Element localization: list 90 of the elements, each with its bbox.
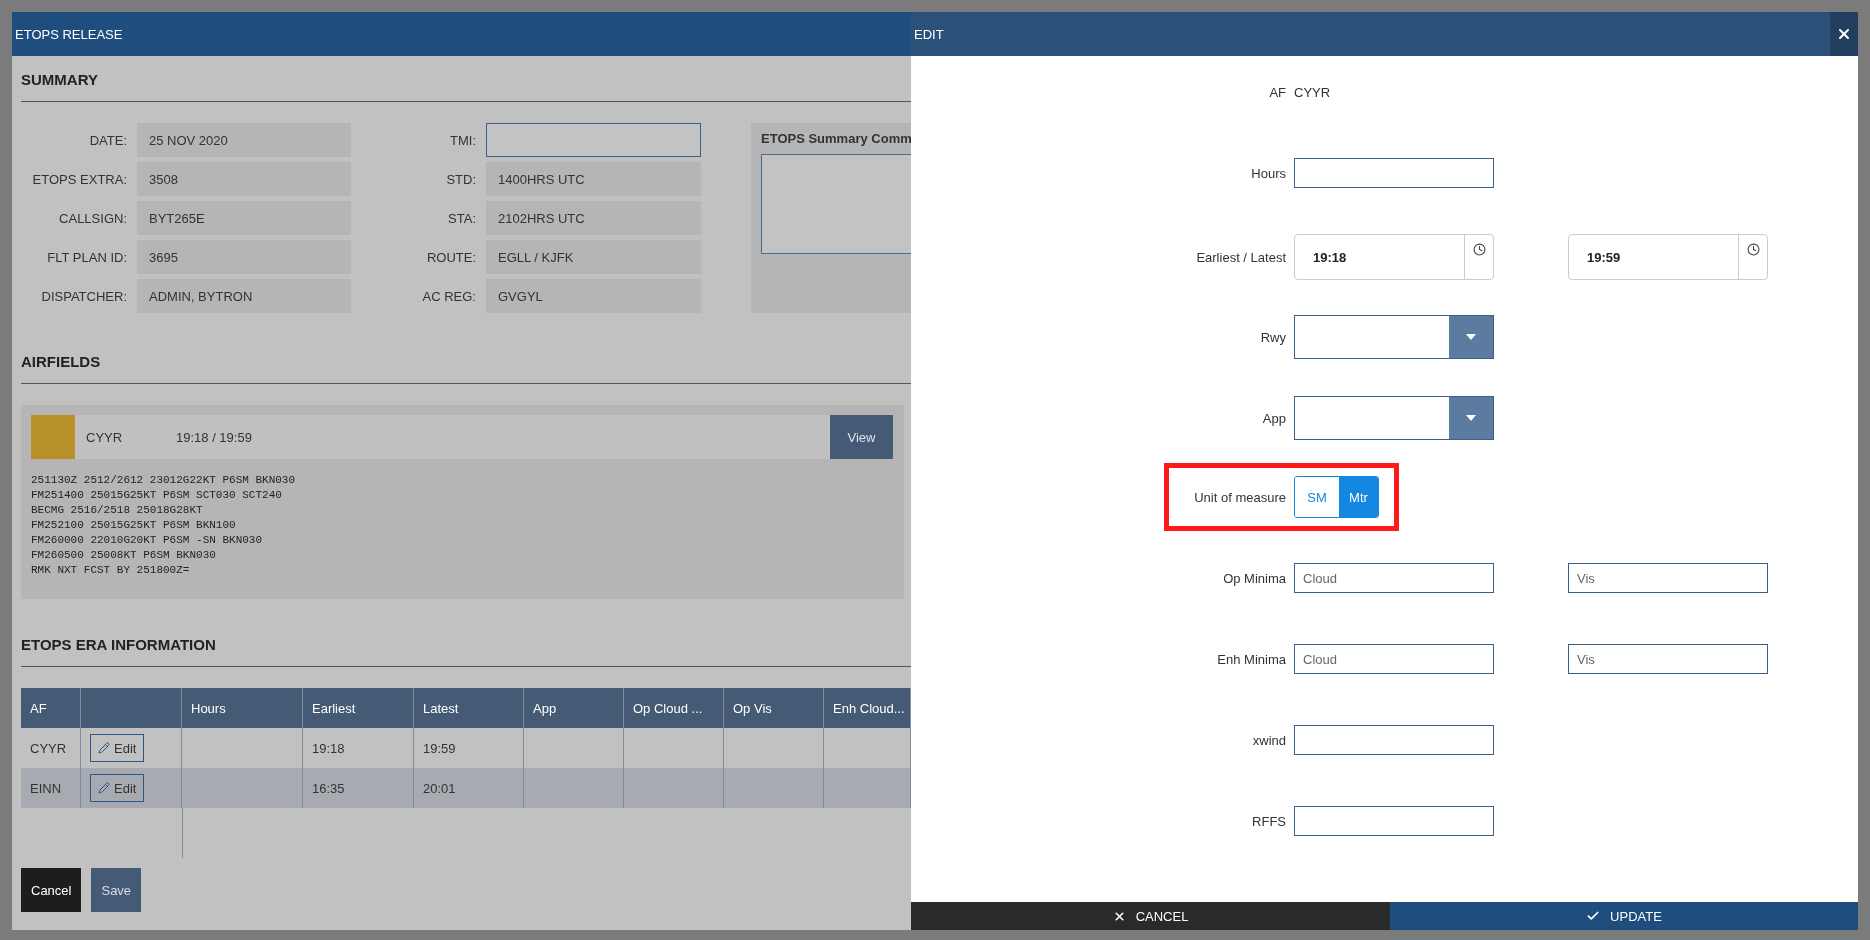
table-cell: 19:59 <box>423 740 456 756</box>
field-value: BYT265E <box>137 201 351 235</box>
field-label: TMI: <box>450 132 477 148</box>
forecast-line: FM252100 25015G25KT P6SM BKN100 <box>31 518 237 533</box>
field-label: RFFS <box>1252 813 1287 829</box>
text-input[interactable] <box>486 123 701 157</box>
forecast-line: 251130Z 2512/2612 23012G22KT P6SM BKN030 <box>31 473 297 488</box>
close-button[interactable] <box>1830 12 1858 56</box>
caret-icon <box>1466 334 1476 340</box>
field-value: 3695 <box>137 240 351 274</box>
column-header: Hours <box>191 700 226 716</box>
field-label: Enh Minima <box>1217 651 1287 667</box>
text-input[interactable]: Vis <box>1568 644 1768 674</box>
section-heading: AIRFIELDS <box>21 352 101 372</box>
text-input[interactable] <box>1294 158 1494 188</box>
forecast-line: FM260500 25008KT P6SM BKN030 <box>31 548 217 563</box>
table-cell: EINN <box>30 780 62 796</box>
caret-icon <box>1466 415 1476 421</box>
field-label: FLT PLAN ID: <box>47 249 128 265</box>
field-label: DISPATCHER: <box>41 288 128 304</box>
section-heading: ETOPS ERA INFORMATION <box>21 635 216 655</box>
column-header: Earliest <box>312 700 356 716</box>
time-field[interactable]: 19:59 <box>1568 234 1768 280</box>
text-input[interactable] <box>1294 725 1494 755</box>
update-button[interactable]: UPDATE <box>1390 902 1858 930</box>
close-icon <box>1112 909 1126 923</box>
field-value: ADMIN, BYTRON <box>137 279 351 313</box>
window-title: ETOPS RELEASE <box>14 26 123 42</box>
close-icon <box>1836 26 1852 42</box>
cancel-button[interactable]: Cancel <box>21 868 82 912</box>
clock-icon[interactable] <box>1746 243 1760 256</box>
field-label: App <box>1262 410 1287 426</box>
dropdown-field[interactable] <box>1294 315 1494 359</box>
column-header: Op Vis <box>733 700 772 716</box>
view-button[interactable]: View <box>830 415 893 459</box>
field-label: Hours <box>1251 165 1287 181</box>
panel-title: ETOPS Summary Comm <box>761 131 911 146</box>
field-label: STD: <box>446 171 477 187</box>
field-label: Op Minima <box>1223 570 1287 586</box>
edit-button[interactable]: Edit <box>90 774 145 802</box>
field-value: CYYR <box>1294 84 1332 100</box>
forecast-line: BECMG 2516/2518 25018G28KT <box>31 503 204 518</box>
forecast-line: FM260000 22010G20KT P6SM -SN BKN030 <box>31 533 264 548</box>
clock-icon[interactable] <box>1472 243 1486 256</box>
field-value: 1400HRS UTC <box>486 162 701 196</box>
text-input[interactable]: Vis <box>1568 563 1768 593</box>
field-label: CALLSIGN: <box>59 210 128 226</box>
pencil-icon <box>98 782 110 794</box>
save-button[interactable]: Save <box>91 868 142 912</box>
section-heading: SUMMARY <box>21 70 98 90</box>
field-label: Unit of measure <box>1194 489 1287 505</box>
comments-field[interactable] <box>761 154 911 254</box>
text-input[interactable]: Cloud <box>1294 563 1494 593</box>
text-input[interactable]: Cloud <box>1294 644 1494 674</box>
airfield-code: CYYR <box>86 429 124 445</box>
table-cell: 16:35 <box>312 780 345 796</box>
column-header: AF <box>30 700 47 716</box>
toggle-option[interactable]: Mtr <box>1339 477 1378 517</box>
field-value: GVGYL <box>486 279 701 313</box>
text-input[interactable] <box>1294 806 1494 836</box>
pencil-icon <box>98 742 110 754</box>
field-label: Rwy <box>1260 329 1287 345</box>
time-window: 19:18 / 19:59 <box>176 429 830 445</box>
field-label: STA: <box>448 210 477 226</box>
column-header: Op Cloud ... <box>633 700 703 716</box>
forecast-line: RMK NXT FCST BY 251800Z= <box>31 563 191 578</box>
field-label: xwind <box>1252 732 1287 748</box>
column-header: App <box>533 700 557 716</box>
field-value: EGLL / KJFK <box>486 240 701 274</box>
field-label: AF <box>1269 84 1287 100</box>
field-label: AC REG: <box>422 288 477 304</box>
field-label: DATE: <box>89 132 128 148</box>
table-cell: 20:01 <box>423 780 456 796</box>
panel-title: EDIT <box>913 26 944 42</box>
forecast-line: FM251400 25015G25KT P6SM SCT030 SCT240 <box>31 488 283 503</box>
cancel-button[interactable]: CANCEL <box>911 902 1390 930</box>
field-value: 2102HRS UTC <box>486 201 701 235</box>
time-field[interactable]: 19:18 <box>1294 234 1494 280</box>
edit-button[interactable]: Edit <box>90 734 145 762</box>
field-value: 3508 <box>137 162 351 196</box>
check-icon <box>1586 909 1601 923</box>
table-cell: CYYR <box>30 740 67 756</box>
dropdown-field[interactable] <box>1294 396 1494 440</box>
column-header: Latest <box>423 700 459 716</box>
field-label: ETOPS EXTRA: <box>32 171 128 187</box>
field-label: ROUTE: <box>426 249 477 265</box>
field-value: 25 NOV 2020 <box>137 123 351 157</box>
field-label: Earliest / Latest <box>1196 249 1287 265</box>
table-cell: 19:18 <box>312 740 345 756</box>
column-header: Enh Cloud... <box>833 700 905 716</box>
